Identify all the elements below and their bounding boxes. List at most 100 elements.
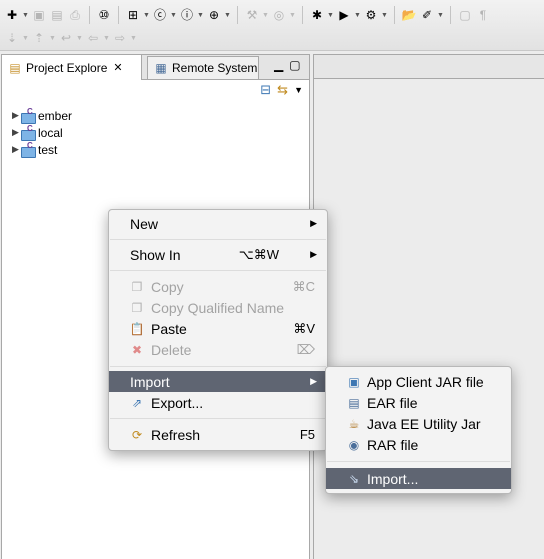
dropdown-arrow-icon[interactable]: ▼ (22, 12, 29, 19)
new-enum-icon[interactable]: ⊕ (206, 7, 222, 23)
menu-item-export[interactable]: ⇗ Export... (109, 392, 327, 413)
tree-item-test[interactable]: ▶ C test (12, 141, 72, 158)
remote-system-icon: ▦ (155, 61, 167, 75)
menu-item-show-in[interactable]: Show In ⌥⌘W ▶ (109, 244, 327, 265)
open-folder-icon[interactable]: 📂 (401, 7, 417, 23)
save-all-icon[interactable]: ▤ (49, 7, 65, 23)
menu-item-rar-file[interactable]: ◉ RAR file (326, 434, 511, 455)
expand-arrow-icon[interactable]: ▶ (12, 127, 21, 138)
copy-qualified-icon: ❐ (131, 300, 143, 315)
tab-project-explorer[interactable]: ▤ Project Explore ✕ (2, 55, 142, 80)
new-wizard-icon[interactable]: ✚ (4, 7, 20, 23)
context-menu: New ▶ Show In ⌥⌘W ▶ ❐ Copy ⌘C ❐ Copy Qua… (108, 209, 328, 451)
expand-arrow-icon[interactable]: ▶ (12, 144, 21, 155)
tab-label: Project Explore (26, 60, 108, 75)
project-name: local (38, 125, 63, 140)
view-toolbar: ⊟ ⇆ ▼ (260, 82, 303, 98)
new-package-icon[interactable]: ⊞ (125, 7, 141, 23)
menu-item-new[interactable]: New ▶ (109, 213, 327, 234)
paste-icon: 📋 (129, 321, 145, 336)
dropdown-arrow-icon[interactable]: ▼ (289, 12, 296, 19)
menu-item-app-client-jar[interactable]: ▣ App Client JAR file (326, 371, 511, 392)
dropdown-arrow-icon[interactable]: ▼ (262, 12, 269, 19)
debug-icon[interactable]: ✱ (309, 7, 325, 23)
dropdown-arrow-icon[interactable]: ▼ (437, 12, 444, 19)
export-icon: ⇗ (131, 395, 143, 410)
editor-area-header (314, 55, 544, 79)
build-icon[interactable]: ⚒ (244, 7, 260, 23)
toolbar-row-2: ⇣ ▼ ⇡ ▼ ↩ ▼ ⇦ ▼ ⇨ ▼ (4, 27, 137, 49)
show-whitespace-icon[interactable]: ¶ (475, 7, 491, 23)
back-icon[interactable]: ⇦ (85, 30, 101, 46)
open-task-icon[interactable]: ✐ (419, 7, 435, 23)
dropdown-arrow-icon[interactable]: ▼ (224, 12, 231, 19)
menu-separator (110, 418, 326, 419)
dropdown-arrow-icon[interactable]: ▼ (143, 12, 150, 19)
project-folder-icon: C (21, 124, 36, 141)
save-icon[interactable]: ▣ (31, 7, 47, 23)
toggle-mark-icon[interactable]: ▢ (457, 7, 473, 23)
menu-item-java-ee-utility-jar[interactable]: ☕ Java EE Utility Jar (326, 413, 511, 434)
expand-arrow-icon[interactable]: ▶ (12, 110, 21, 121)
project-tree: ▶ C ember ▶ C local ▶ C test (12, 107, 72, 158)
utility-jar-icon: ☕ (348, 416, 360, 431)
last-edit-icon[interactable]: ↩ (58, 30, 74, 46)
open-type-icon[interactable]: ⑩ (96, 7, 112, 23)
import-submenu: ▣ App Client JAR file ▤ EAR file ☕ Java … (325, 366, 512, 494)
dropdown-arrow-icon[interactable]: ▼ (327, 12, 334, 19)
minimize-view-icon[interactable]: ▁ (274, 58, 283, 72)
project-explorer-icon: ▤ (9, 60, 21, 75)
dropdown-arrow-icon[interactable]: ▼ (49, 35, 56, 42)
menu-item-refresh[interactable]: ⟳ Refresh F5 (109, 424, 327, 445)
menu-separator (110, 239, 326, 240)
toolbar-separator (450, 6, 451, 24)
menu-item-ear-file[interactable]: ▤ EAR file (326, 392, 511, 413)
run-icon[interactable]: ▶ (336, 7, 352, 23)
tab-label: Remote System (172, 61, 258, 75)
import-wizard-icon: ⇘ (348, 471, 360, 486)
menu-item-import[interactable]: Import ▶ (109, 371, 327, 392)
submenu-arrow-icon: ▶ (310, 376, 317, 386)
collapse-all-icon[interactable]: ⊟ (260, 82, 271, 98)
dropdown-arrow-icon[interactable]: ▼ (76, 35, 83, 42)
menu-separator (110, 366, 326, 367)
next-annotation-icon[interactable]: ⇣ (4, 30, 20, 46)
menu-item-paste[interactable]: 📋 Paste ⌘V (109, 318, 327, 339)
dropdown-arrow-icon[interactable]: ▼ (170, 12, 177, 19)
menu-item-copy-qualified-name[interactable]: ❐ Copy Qualified Name (109, 297, 327, 318)
view-menu-icon[interactable]: ▼ (294, 85, 303, 95)
new-class-icon[interactable]: ⓒ (152, 7, 168, 23)
copy-icon: ❐ (131, 279, 143, 294)
print-icon[interactable]: ⎙ (67, 7, 83, 23)
view-controls: ▁ ▢ (274, 58, 301, 72)
external-tools-icon[interactable]: ⚙ (363, 7, 379, 23)
dropdown-arrow-icon[interactable]: ▼ (354, 12, 361, 19)
dropdown-arrow-icon[interactable]: ▼ (197, 12, 204, 19)
toolbar-separator (394, 6, 395, 24)
rar-file-icon: ◉ (348, 437, 360, 452)
submenu-arrow-icon: ▶ (310, 218, 317, 228)
menu-item-delete[interactable]: ✖ Delete ⌦ (109, 339, 327, 360)
tab-remote-system[interactable]: ▦ Remote System (147, 56, 259, 79)
menu-separator (327, 461, 510, 462)
toolbar-row-1: ✚ ▼ ▣ ▤ ⎙ ⑩ ⊞ ▼ ⓒ ▼ ⓘ ▼ ⊕ ▼ ⚒ ▼ ◎ ▼ ✱ ▼ ▶ ▼ ⚙ ▼ 📂 ✐ ▼ ▢ ¶ (4, 4, 491, 26)
prev-annotation-icon[interactable]: ⇡ (31, 30, 47, 46)
project-name: test (38, 142, 58, 157)
maximize-view-icon[interactable]: ▢ (289, 58, 300, 72)
dropdown-arrow-icon[interactable]: ▼ (130, 35, 137, 42)
forward-icon[interactable]: ⇨ (112, 30, 128, 46)
new-interface-icon[interactable]: ⓘ (179, 7, 195, 23)
toolbar-separator (302, 6, 303, 24)
dropdown-arrow-icon[interactable]: ▼ (103, 35, 110, 42)
link-with-editor-icon[interactable]: ⇆ (277, 82, 288, 98)
menu-item-copy[interactable]: ❐ Copy ⌘C (109, 276, 327, 297)
tree-item-ember[interactable]: ▶ C ember (12, 107, 72, 124)
close-tab-icon[interactable]: ✕ (113, 61, 122, 74)
menu-item-import-wizard[interactable]: ⇘ Import... (326, 468, 511, 489)
dropdown-arrow-icon[interactable]: ▼ (22, 35, 29, 42)
target-icon[interactable]: ◎ (271, 7, 287, 23)
tree-item-local[interactable]: ▶ C local (12, 124, 72, 141)
view-tab-bar: ▤ Project Explore ✕ ▦ Remote System ▁ ▢ (2, 55, 309, 80)
project-name: ember (38, 108, 73, 123)
dropdown-arrow-icon[interactable]: ▼ (381, 12, 388, 19)
